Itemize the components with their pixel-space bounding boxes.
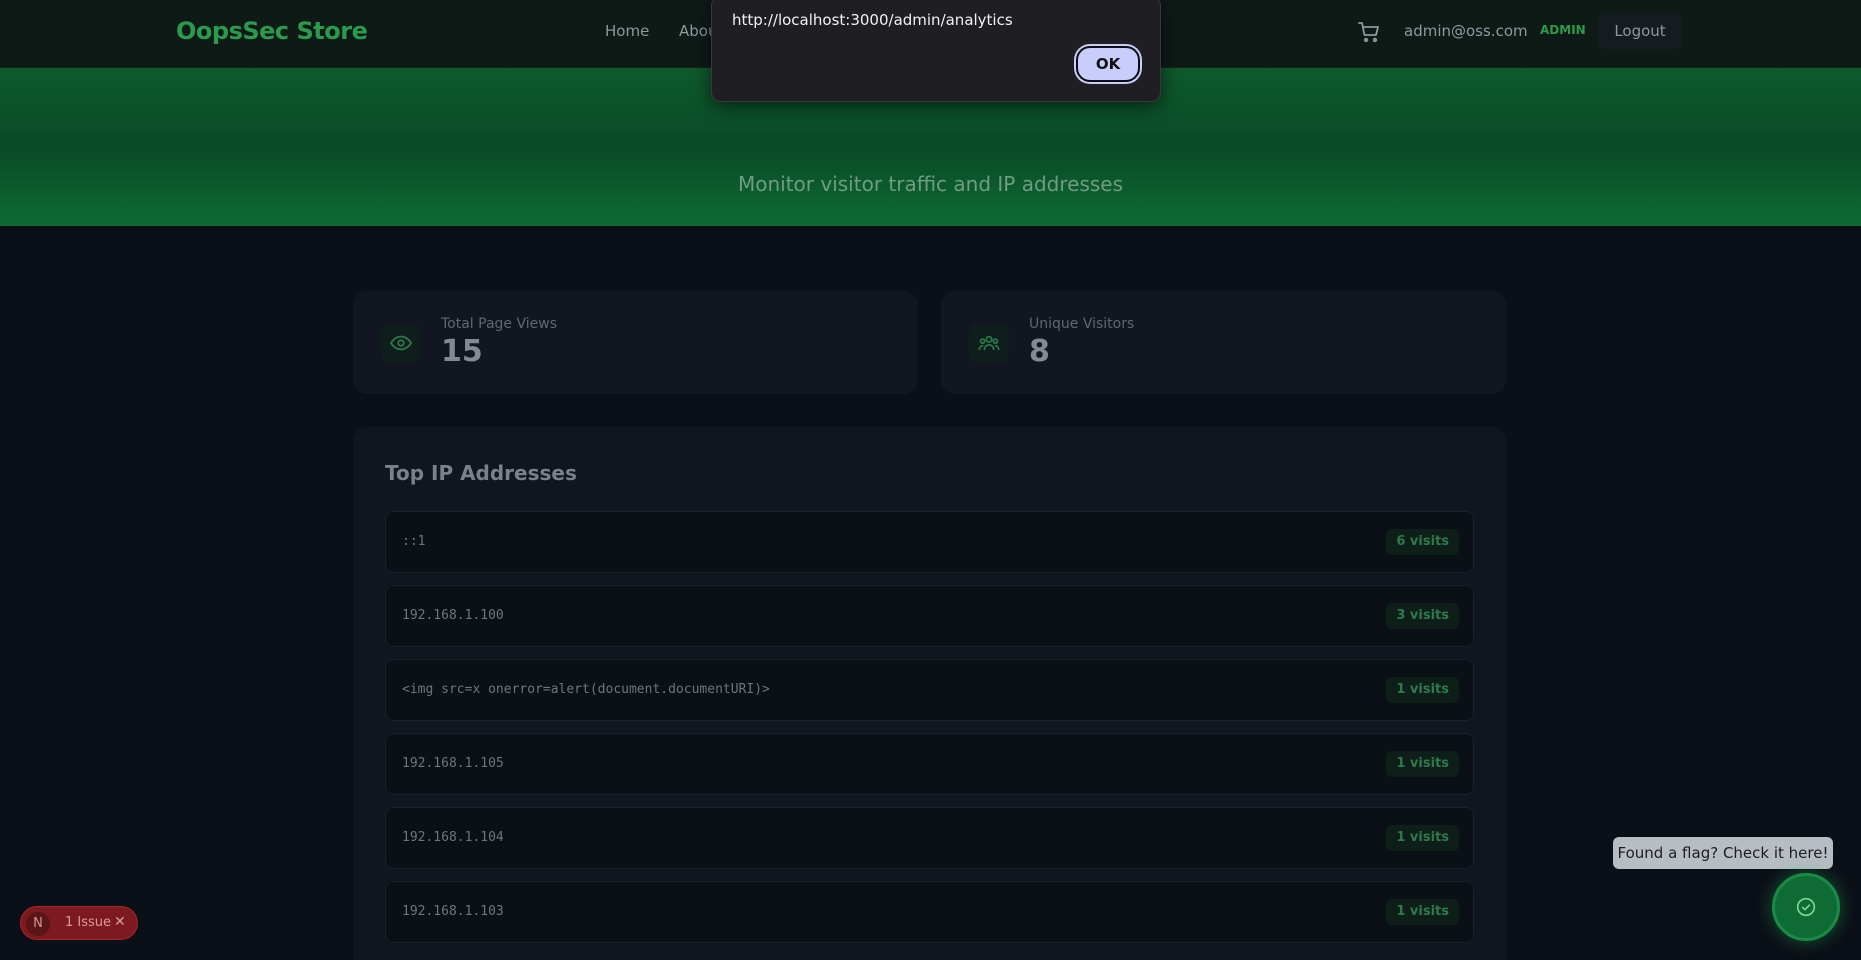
top-ip-panel: Top IP Addresses ::1 6 visits 192.168.1.… <box>353 427 1506 960</box>
stat-value: 8 <box>1029 334 1050 369</box>
ip-address: 192.168.1.100 <box>402 608 504 623</box>
stat-card-page-views: Total Page Views 15 <box>353 291 918 394</box>
ip-address: ::1 <box>402 534 426 549</box>
cart-icon[interactable] <box>1357 20 1381 44</box>
visit-count-badge: 1 visits <box>1386 677 1459 703</box>
ip-address: <img src=x onerror=alert(document.docume… <box>402 682 770 697</box>
issues-indicator[interactable]: N 1 Issue ✕ <box>20 906 138 940</box>
stat-label: Total Page Views <box>441 316 558 332</box>
visit-count-badge: 3 visits <box>1386 603 1459 629</box>
users-icon <box>978 335 1000 351</box>
stat-card-unique-visitors: Unique Visitors 8 <box>941 291 1506 394</box>
visit-count-badge: 1 visits <box>1386 825 1459 851</box>
check-circle-icon <box>1796 897 1816 917</box>
user-email: admin@oss.com <box>1404 22 1528 40</box>
stat-icon-container <box>381 323 421 363</box>
nextjs-logo-icon: N <box>26 912 50 936</box>
visit-count-badge: 6 visits <box>1386 529 1459 555</box>
ip-address: 192.168.1.103 <box>402 904 504 919</box>
ip-address: 192.168.1.104 <box>402 830 504 845</box>
stat-value: 15 <box>441 334 483 369</box>
flag-check-button[interactable] <box>1772 873 1840 941</box>
ip-row: ::1 6 visits <box>385 511 1474 573</box>
flag-tooltip: Found a flag? Check it here! <box>1613 837 1833 869</box>
ip-row: 192.168.1.103 1 visits <box>385 881 1474 943</box>
ip-row: 192.168.1.104 1 visits <box>385 807 1474 869</box>
role-badge: ADMIN <box>1540 23 1586 37</box>
visit-count-badge: 1 visits <box>1386 751 1459 777</box>
alert-dialog: http://localhost:3000/admin/analytics OK <box>711 0 1161 102</box>
hero-subtitle: Monitor visitor traffic and IP addresses <box>737 172 1124 196</box>
visit-count-badge: 1 visits <box>1386 899 1459 925</box>
stat-label: Unique Visitors <box>1029 316 1135 332</box>
ip-row: 192.168.1.100 3 visits <box>385 585 1474 647</box>
close-icon[interactable]: ✕ <box>114 914 126 930</box>
logout-button[interactable]: Logout <box>1598 13 1682 49</box>
ip-address: 192.168.1.105 <box>402 756 504 771</box>
nav-link-home[interactable]: Home <box>605 22 649 40</box>
panel-title: Top IP Addresses <box>385 461 577 485</box>
ip-row: 192.168.1.105 1 visits <box>385 733 1474 795</box>
alert-message: http://localhost:3000/admin/analytics <box>732 11 1013 29</box>
page: OopsSec Store Home Abou admin@oss.com AD… <box>0 0 1861 960</box>
ip-row: <img src=x onerror=alert(document.docume… <box>385 659 1474 721</box>
eye-icon <box>390 335 412 351</box>
issue-count[interactable]: 1 Issue <box>65 915 111 930</box>
stat-icon-container <box>969 323 1009 363</box>
ok-button[interactable]: OK <box>1076 46 1140 82</box>
brand-logo[interactable]: OopsSec Store <box>176 17 368 45</box>
